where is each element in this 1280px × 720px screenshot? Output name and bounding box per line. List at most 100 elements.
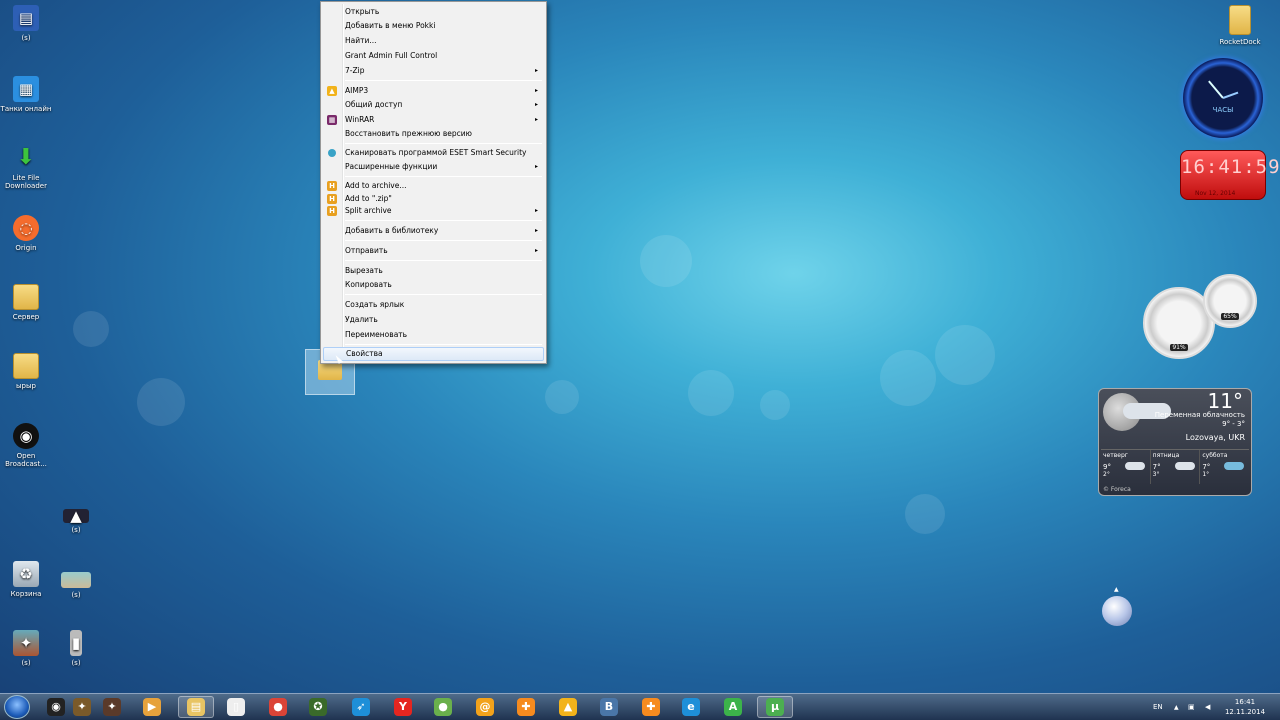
taskbar-app-button[interactable]: ✚: [508, 696, 544, 718]
odnoklassniki-icon: ✚: [517, 698, 535, 716]
taskbar-app-button[interactable]: ✦: [94, 696, 130, 718]
chrome-icon: ●: [269, 698, 287, 716]
aimp-icon: ▲: [559, 698, 577, 716]
desktop-icon-rocketdock[interactable]: RocketDock: [1214, 5, 1266, 46]
taskbar-clock[interactable]: 16:41 12.11.2014: [1222, 697, 1268, 717]
recycle-bin-icon: ♻: [13, 561, 39, 587]
menu-item-open[interactable]: Открыть: [323, 5, 544, 19]
desktop-icon-floppy[interactable]: ▤ (s): [0, 5, 52, 42]
weather-condition: Переменная облачность: [1154, 411, 1245, 419]
start-button[interactable]: [4, 695, 30, 719]
menu-item-add-to-pokki[interactable]: Добавить в меню Pokki: [323, 19, 544, 33]
context-menu: Открыть Добавить в меню Pokki Найти... G…: [320, 1, 547, 364]
taskbar-app-button[interactable]: ▯: [218, 696, 254, 718]
desktop-icon-label: Lite File Downloader: [5, 174, 47, 190]
menu-item-restore-previous[interactable]: Восстановить прежнюю версию: [323, 127, 544, 141]
network-icon[interactable]: ▣: [1188, 694, 1195, 720]
menu-item-find[interactable]: Найти...: [323, 34, 544, 48]
menu-item-send-to[interactable]: Отправить ▸: [323, 244, 544, 258]
desktop-icon-open-broadcaster[interactable]: ◉ Open Broadcast...: [0, 423, 52, 468]
forecast-day-name: суббота: [1202, 452, 1228, 459]
menu-item-rename[interactable]: Переименовать: [323, 328, 544, 342]
background-bokeh: [880, 350, 936, 406]
taskbar-app-button[interactable]: ✚: [633, 696, 669, 718]
ram-meter-gadget[interactable]: 65%: [1203, 274, 1257, 328]
desktop-icon-label: Сервер: [12, 313, 40, 321]
menu-item-label: Split archive: [345, 206, 392, 215]
clock-hour-hand: [1208, 80, 1224, 99]
taskbar-app-button[interactable]: ●: [425, 696, 461, 718]
menu-item-7zip[interactable]: 7-Zip ▸: [323, 64, 544, 78]
menu-item-label: Вырезать: [345, 266, 383, 275]
menu-item-label: Grant Admin Full Control: [345, 51, 438, 60]
menu-item-copy[interactable]: Копировать: [323, 278, 544, 292]
desktop-icon-label: (s): [21, 659, 31, 667]
taskbar-app-button[interactable]: e: [673, 696, 709, 718]
taskbar-app-button[interactable]: ▤: [178, 696, 214, 718]
menu-item-add-to-archive[interactable]: H Add to archive...: [323, 179, 544, 193]
archive-icon: H: [327, 194, 337, 204]
menu-item-winrar[interactable]: ▦ WinRAR ▸: [323, 113, 544, 127]
menu-separator: [345, 143, 542, 144]
desktop-icon-lite-file-downloader[interactable]: ⬇ Lite File Downloader: [0, 145, 52, 191]
cloud-icon: [1125, 462, 1145, 470]
internet-explorer-icon: e: [682, 698, 700, 716]
menu-item-properties[interactable]: Свойства: [323, 347, 544, 361]
menu-separator: [345, 344, 542, 345]
menu-item-split-archive[interactable]: H Split archive ▸: [323, 204, 544, 218]
menu-item-label: AIMP3: [345, 86, 369, 95]
desktop-icon-tanki-online[interactable]: ▦ Танки онлайн: [0, 76, 52, 113]
cpu-usage-value: 91%: [1170, 344, 1188, 351]
menu-item-cut[interactable]: Вырезать: [323, 264, 544, 278]
desktop-icon-device-shortcut[interactable]: ▮ (s): [50, 630, 102, 667]
desktop-icon-game-shortcut[interactable]: ▲ (s): [50, 503, 102, 534]
menu-item-advanced[interactable]: Расширенные функции ▸: [323, 160, 544, 174]
digital-clock-gadget[interactable]: 16:41:59 Nov 12, 2014: [1180, 150, 1280, 200]
weather-range: 9° - 3°: [1222, 420, 1245, 428]
background-bokeh: [640, 235, 692, 287]
menu-item-label: Переименовать: [345, 330, 408, 339]
floppy-icon: ▤: [13, 5, 39, 31]
desktop-icon-label: Open Broadcast...: [5, 452, 47, 468]
taskbar-app-button[interactable]: @: [467, 696, 503, 718]
desktop-icon-origin[interactable]: ◌ Origin: [0, 215, 52, 252]
menu-item-aimp3[interactable]: ▲ AIMP3 ▸: [323, 84, 544, 98]
taskbar-app-button[interactable]: ✪: [300, 696, 336, 718]
weather-gadget[interactable]: 11° Переменная облачность 9° - 3° Lozova…: [1098, 388, 1252, 496]
game-icon: ✦: [73, 698, 91, 716]
desktop-icon-farming-game[interactable]: ✦ (s): [0, 630, 52, 667]
desktop-icon-folder[interactable]: ырыр: [0, 353, 52, 390]
menu-item-label: Открыть: [345, 7, 380, 16]
menu-item-label: Свойства: [346, 349, 383, 358]
language-indicator[interactable]: EN: [1153, 694, 1163, 720]
document-icon: ▯: [227, 698, 245, 716]
forecast-day-name: четверг: [1103, 452, 1128, 459]
origin-icon: ◌: [13, 215, 39, 241]
taskbar-app-button[interactable]: ▶: [134, 696, 170, 718]
taskbar-app-button[interactable]: ▲: [550, 696, 586, 718]
menu-item-sharing[interactable]: Общий доступ ▸: [323, 98, 544, 112]
volume-icon[interactable]: ◀: [1205, 694, 1210, 720]
taskbar-app-button[interactable]: ●: [260, 696, 296, 718]
menu-item-add-to-library[interactable]: Добавить в библиотеку ▸: [323, 224, 544, 238]
taskbar-app-button[interactable]: µ: [757, 696, 793, 718]
menu-item-label: Add to archive...: [345, 181, 407, 190]
taskbar-app-button[interactable]: Y: [385, 696, 421, 718]
taskbar-app-button[interactable]: A: [715, 696, 751, 718]
analog-clock-gadget[interactable]: ЧАСЫ: [1183, 58, 1263, 138]
desktop-icon-label: (s): [21, 34, 31, 42]
desktop-icon-server-folder[interactable]: Сервер: [0, 284, 52, 321]
desktop-icon-image-shortcut[interactable]: (s): [50, 572, 102, 599]
gadget-orb-icon[interactable]: [1102, 596, 1132, 626]
menu-item-eset-scan[interactable]: Сканировать программой ESET Smart Securi…: [323, 146, 544, 160]
taskbar-app-button[interactable]: ➶: [343, 696, 379, 718]
menu-item-grant-admin[interactable]: Grant Admin Full Control: [323, 49, 544, 63]
chevron-up-icon[interactable]: ▲: [1174, 694, 1179, 720]
menu-item-delete[interactable]: Удалить: [323, 313, 544, 327]
taskbar-app-button[interactable]: B: [591, 696, 627, 718]
desktop-icon-recycle-bin[interactable]: ♻ Корзина: [0, 561, 52, 598]
chevron-up-icon[interactable]: ▲: [1114, 586, 1119, 593]
submenu-arrow-icon: ▸: [534, 207, 538, 214]
menu-item-create-shortcut[interactable]: Создать ярлык: [323, 298, 544, 312]
clock-gadget-label: ЧАСЫ: [1212, 106, 1234, 114]
